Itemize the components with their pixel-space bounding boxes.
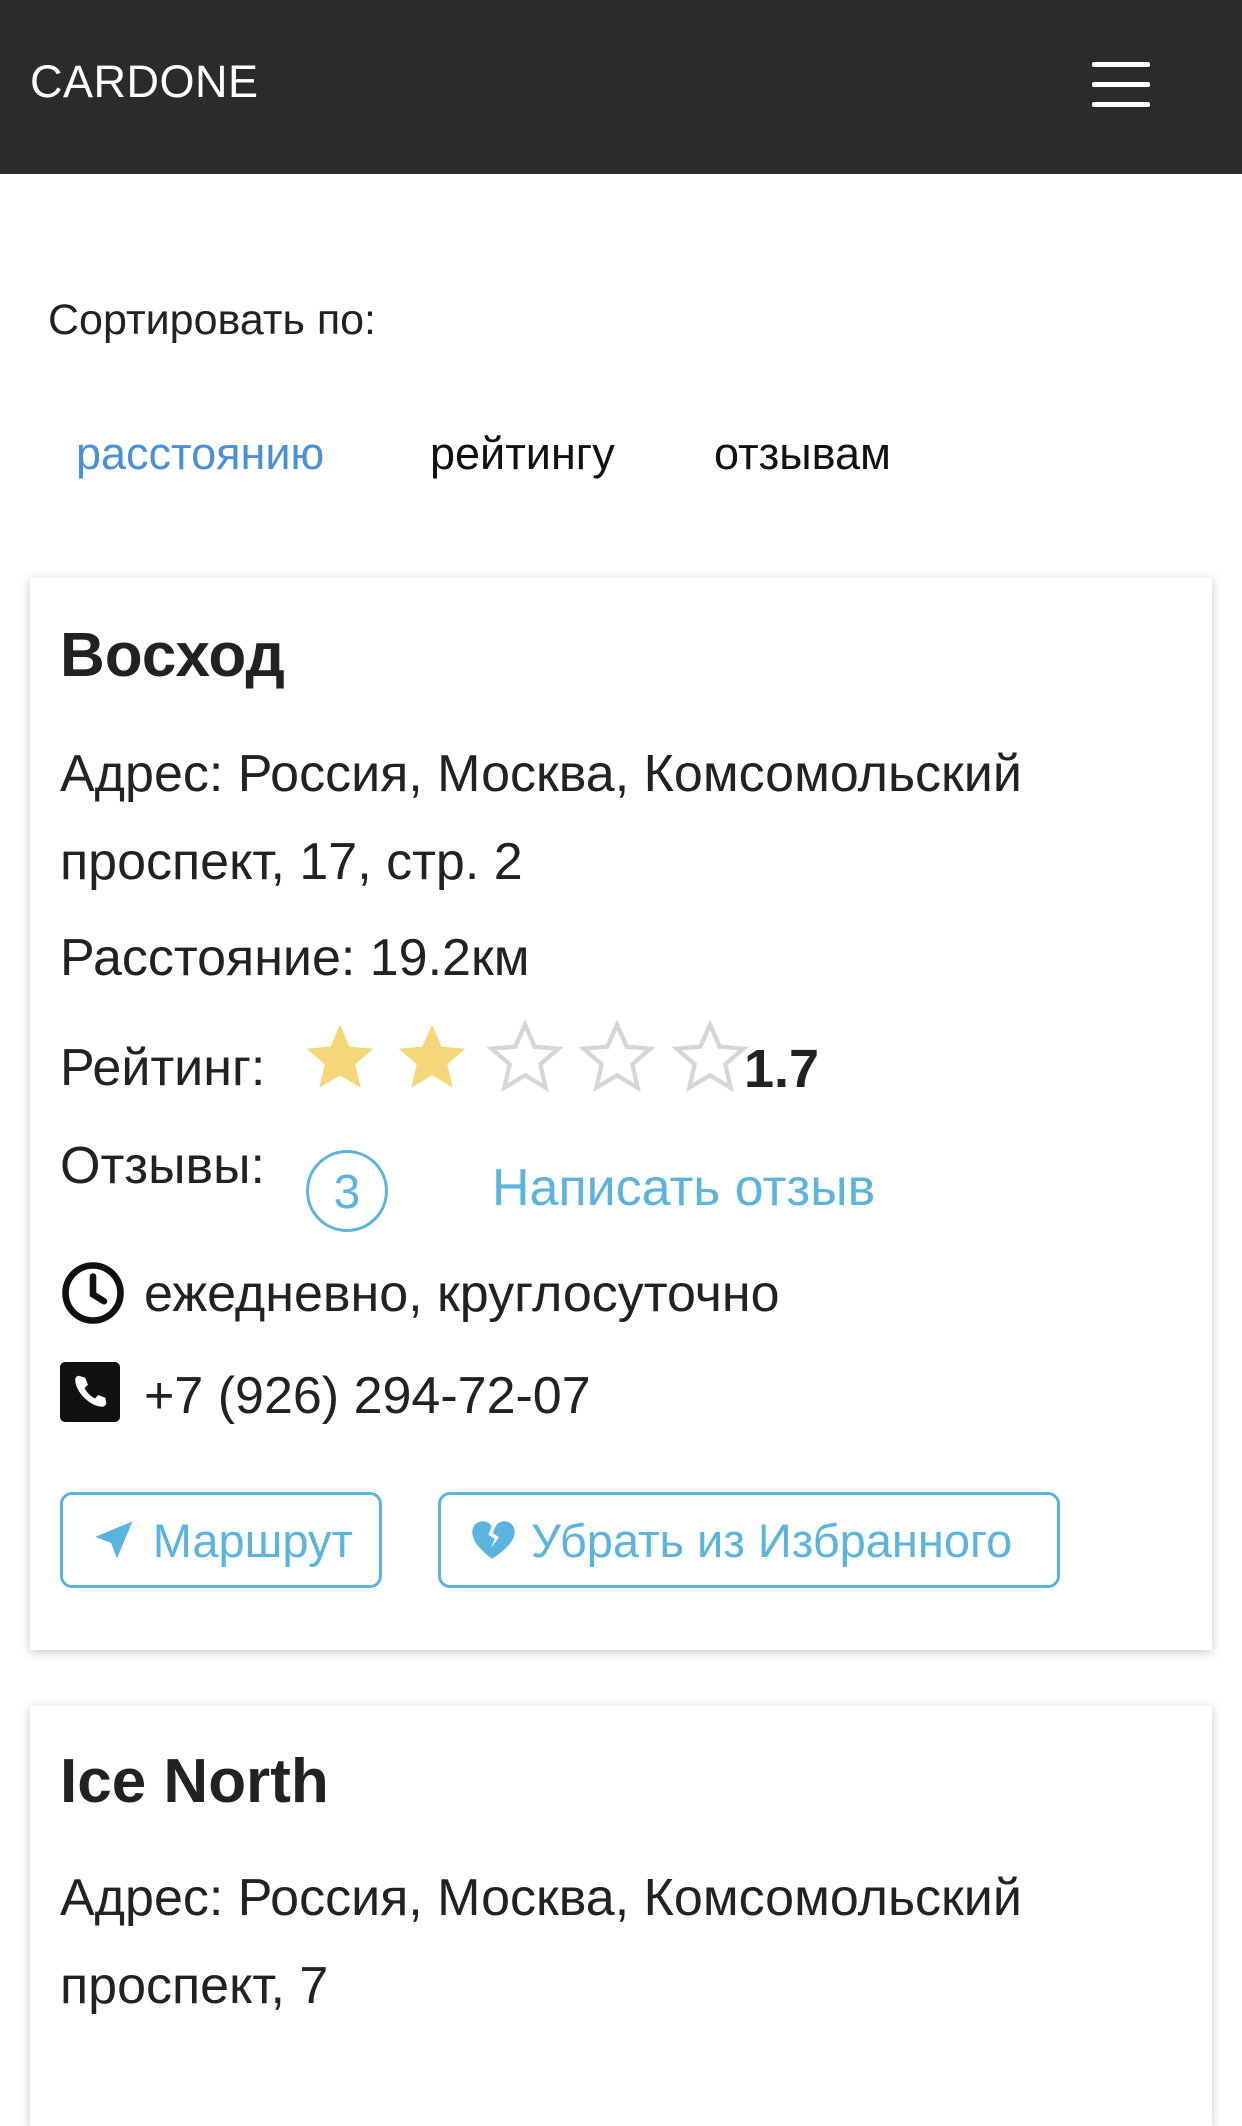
sort-by-reviews[interactable]: отзывам — [714, 428, 891, 480]
service-distance: Расстояние: 19.2км — [60, 929, 530, 987]
route-button[interactable]: Маршрут — [60, 1492, 382, 1588]
hamburger-menu-icon[interactable] — [1092, 62, 1150, 107]
star-filled-icon — [300, 1018, 388, 1098]
service-card: Восход Адрес: Россия, Москва, Комсомольс… — [30, 578, 1212, 1650]
rating-value: 1.7 — [744, 1039, 820, 1099]
sort-by-rating[interactable]: рейтингу — [430, 428, 615, 480]
service-address: Адрес: Россия, Москва, Комсомольский про… — [60, 745, 1022, 891]
route-button-label: Маршрут — [152, 1513, 353, 1567]
clock-icon — [60, 1260, 126, 1326]
star-empty-icon — [485, 1018, 573, 1098]
star-empty-icon — [577, 1018, 665, 1098]
remove-favorite-label: Убрать из Избранного — [531, 1513, 1013, 1567]
phone-icon — [60, 1362, 126, 1428]
opening-hours: ежедневно, круглосуточно — [144, 1265, 780, 1323]
reviews-count-badge[interactable]: 3 — [306, 1150, 388, 1232]
star-filled-icon — [392, 1018, 480, 1098]
reviews-label: Отзывы: — [60, 1137, 265, 1195]
sort-by-distance[interactable]: расстоянию — [76, 428, 324, 480]
rating-stars — [300, 1018, 758, 1098]
write-review-link[interactable]: Написать отзыв — [492, 1158, 875, 1218]
service-card: Ice North Адрес: Россия, Москва, Комсомо… — [30, 1706, 1212, 2126]
location-arrow-icon — [95, 1521, 133, 1559]
navbar: CARDONE — [0, 0, 1242, 174]
brand-logo[interactable]: CARDONE — [30, 56, 259, 108]
phone-number[interactable]: +7 (926) 294-72-07 — [144, 1366, 591, 1426]
broken-heart-icon — [472, 1521, 515, 1559]
service-address: Адрес: Россия, Москва, Комсомольский про… — [60, 1869, 1022, 2015]
service-name[interactable]: Ice North — [60, 1746, 329, 1817]
remove-favorite-button[interactable]: Убрать из Избранного — [438, 1492, 1060, 1588]
rating-label: Рейтинг: — [60, 1039, 266, 1097]
sort-label: Сортировать по: — [48, 296, 377, 344]
service-name[interactable]: Восход — [60, 620, 285, 691]
